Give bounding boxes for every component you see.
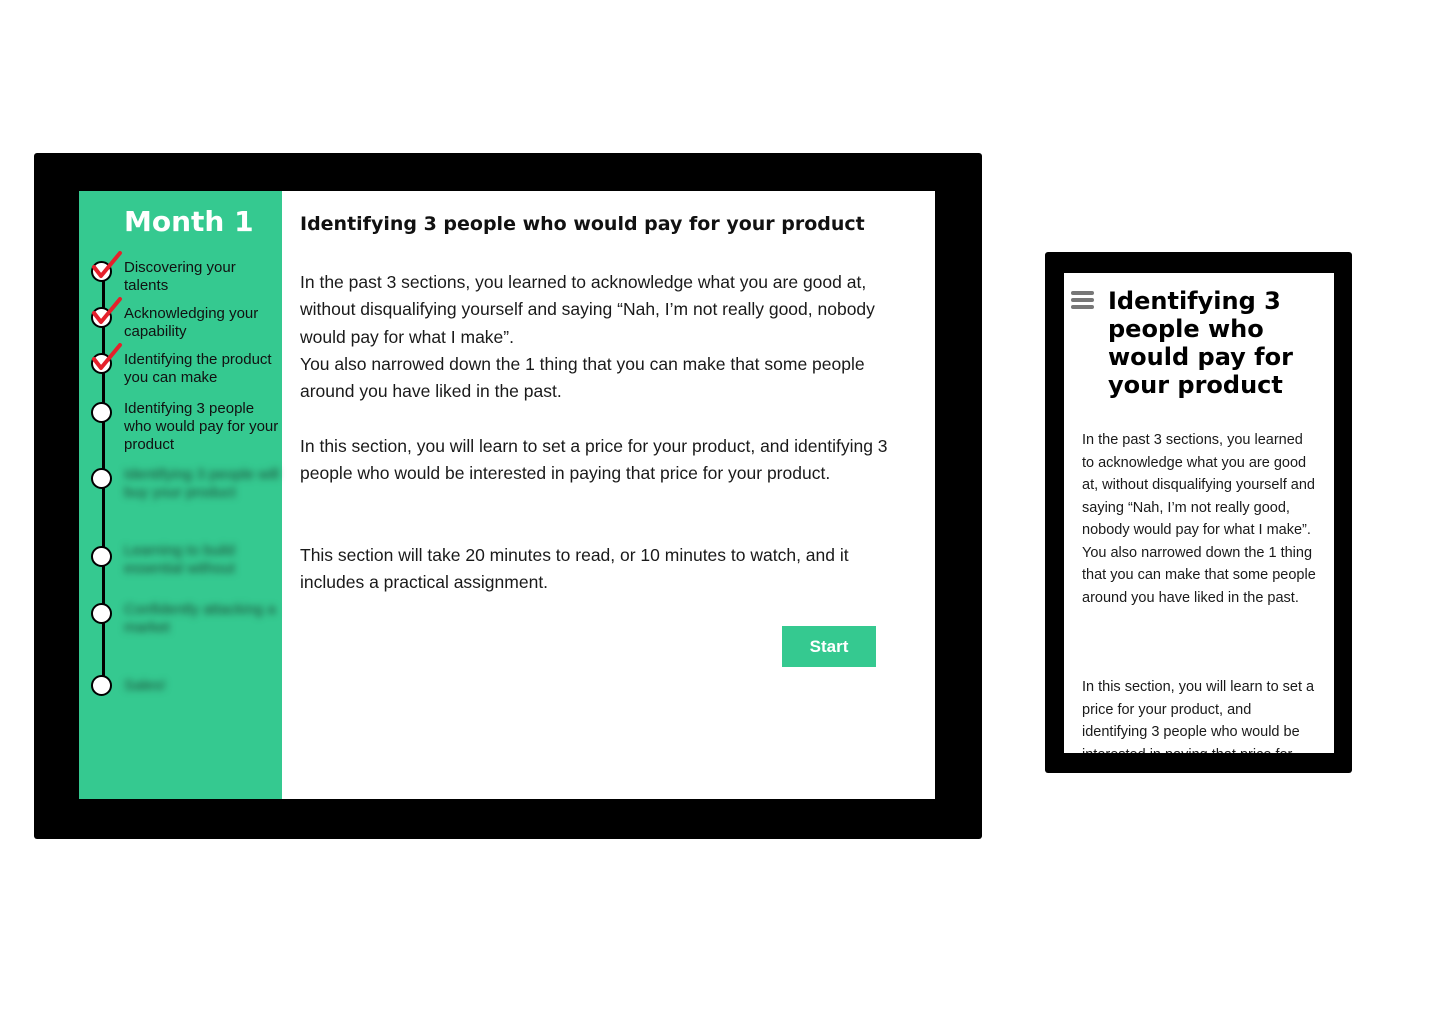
mobile-paragraph-1a: In the past 3 sections, you learned to a… — [1082, 432, 1315, 538]
start-button[interactable]: Start — [782, 626, 876, 667]
check-icon — [92, 343, 122, 370]
sidebar-item-locked-8: Sales! — [124, 677, 166, 694]
sidebar-item-locked-5: Identifying 3 people will buy your produ… — [124, 466, 280, 501]
step-6-circle — [91, 546, 112, 567]
step-7-circle — [91, 603, 112, 624]
check-icon — [92, 297, 122, 324]
step-8-circle — [91, 675, 112, 696]
mobile-lesson-title: Identifying 3 people who would pay for y… — [1108, 287, 1293, 399]
lesson-paragraph-2: In this section, you will learn to set a… — [300, 436, 888, 484]
lesson-paragraph-1b: You also narrowed down the 1 thing that … — [300, 353, 865, 402]
month-title: Month 1 — [124, 205, 254, 238]
sidebar-item-identifying-product[interactable]: Identifying the product you can make — [124, 351, 282, 387]
course-sidebar: Month 1 Discovering your talents Acknowl… — [79, 191, 282, 799]
mobile-paragraph-1b: You also narrowed down the 1 thing that … — [1082, 544, 1316, 606]
mobile-device-frame: Identifying 3 people who would pay for y… — [1045, 252, 1352, 773]
lesson-paragraph-3: This section will take 20 minutes to rea… — [300, 545, 849, 593]
lesson-paragraph: In the past 3 sections, you learned to a… — [300, 269, 890, 405]
lesson-paragraph-1a: In the past 3 sections, you learned to a… — [300, 272, 875, 347]
desktop-screen: Month 1 Discovering your talents Acknowl… — [79, 191, 935, 799]
sidebar-item-identifying-3-people[interactable]: Identifying 3 people who would pay for y… — [124, 400, 282, 454]
sidebar-item-locked-7: Confidently attacking a market — [124, 601, 276, 636]
mobile-screen: Identifying 3 people who would pay for y… — [1064, 273, 1334, 753]
step-4-circle — [91, 402, 112, 423]
sidebar-item-acknowledging-capability[interactable]: Acknowledging your capability — [124, 305, 282, 341]
step-5-circle — [91, 468, 112, 489]
hamburger-menu-icon[interactable] — [1071, 291, 1094, 309]
sidebar-item-discovering-talents[interactable]: Discovering your talents — [124, 259, 282, 295]
lesson-title: Identifying 3 people who would pay for y… — [300, 213, 865, 235]
sidebar-item-locked-6: Learning to build essential without — [124, 542, 235, 577]
check-icon — [92, 251, 122, 278]
desktop-device-frame: Month 1 Discovering your talents Acknowl… — [34, 153, 982, 839]
mobile-paragraph-2: In this section, you will learn to set a… — [1082, 679, 1315, 753]
mobile-lesson-paragraph: In the past 3 sections, you learned to a… — [1082, 429, 1318, 609]
